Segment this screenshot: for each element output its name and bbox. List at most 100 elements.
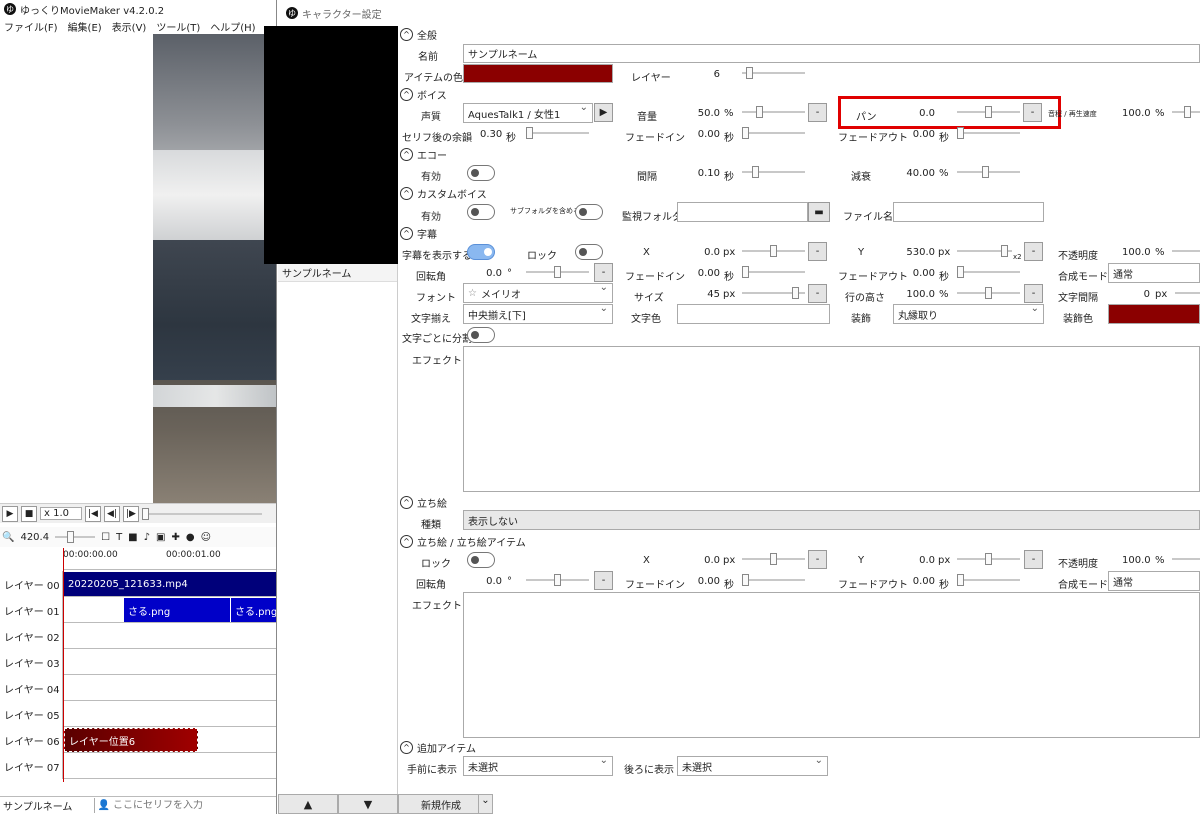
character-icon[interactable]: 👤 — [95, 800, 113, 811]
subtitle-x-reset-button[interactable]: - — [808, 242, 827, 261]
chevron-down-icon[interactable]: ⌄ — [478, 795, 492, 813]
section-tachie-item[interactable]: ^ 立ち絵 / 立ち絵アイテム — [400, 533, 526, 549]
prev-frame-button[interactable]: ◀| — [104, 505, 120, 522]
character-select[interactable]: サンプルネーム — [0, 798, 95, 813]
volume-reset-button[interactable]: - — [808, 103, 827, 122]
item-color-swatch[interactable] — [463, 64, 613, 83]
character-list-item[interactable]: サンプルネーム — [278, 264, 397, 282]
tachie-blend-select[interactable]: 通常 — [1108, 571, 1200, 591]
subtitle-lock-toggle[interactable] — [575, 244, 603, 260]
show-subtitle-toggle[interactable] — [467, 244, 495, 260]
move-down-button[interactable]: ▼ — [338, 794, 398, 814]
subtitle-rotate-slider[interactable] — [526, 266, 589, 278]
voice-play-button[interactable]: ▶ — [594, 103, 613, 122]
section-voice[interactable]: ^ ボイス — [400, 86, 447, 102]
move-up-button[interactable]: ▲ — [278, 794, 338, 814]
tachie-fadeout-slider[interactable] — [957, 574, 1020, 586]
subfolder-toggle[interactable] — [575, 204, 603, 220]
echo-interval-slider[interactable] — [742, 166, 805, 178]
image-clip[interactable]: さる.png — [230, 598, 278, 622]
echo-decay-slider[interactable] — [957, 166, 1020, 178]
section-general[interactable]: ^ 全般 — [400, 26, 437, 42]
tachie-y-slider[interactable] — [957, 553, 1020, 565]
layer-slider[interactable] — [742, 67, 805, 79]
speed-slider[interactable] — [1172, 106, 1200, 118]
layer-label[interactable]: レイヤー 00 — [0, 571, 63, 597]
folder-icon[interactable]: ▬ — [808, 202, 830, 222]
tachie-lock-toggle[interactable] — [467, 552, 495, 568]
size-slider[interactable] — [742, 287, 805, 299]
tachie-effect-area[interactable] — [463, 592, 1200, 738]
new-character-button[interactable]: 新規作成 ⌄ — [398, 794, 493, 814]
next-frame-button[interactable]: |▶ — [123, 505, 139, 522]
voice-fadeout-slider[interactable] — [957, 127, 1020, 139]
subtitle-opacity-slider[interactable] — [1172, 245, 1200, 257]
align-select[interactable]: 中央揃え[下] — [463, 304, 613, 324]
margin-slider[interactable] — [526, 127, 589, 139]
letter-spacing-slider[interactable] — [1175, 287, 1200, 299]
stop-button[interactable]: ■ — [21, 505, 37, 522]
layer-label[interactable]: レイヤー 01 — [0, 597, 63, 623]
subtitle-y-slider[interactable] — [957, 245, 1012, 257]
zoom-slider[interactable] — [55, 531, 96, 543]
custom-enabled-toggle[interactable] — [467, 204, 495, 220]
layer-label[interactable]: レイヤー 06 — [0, 727, 63, 753]
tachie-rotate-reset-button[interactable]: - — [594, 571, 613, 590]
tachie-rotate-slider[interactable] — [526, 574, 589, 586]
section-additional[interactable]: ^ 追加アイテム — [400, 739, 476, 755]
music-tool-icon[interactable]: ♪ — [144, 532, 150, 543]
decoration-color-swatch[interactable] — [1108, 304, 1200, 324]
layer-label[interactable]: レイヤー 03 — [0, 649, 63, 675]
section-tachie[interactable]: ^ 立ち絵 — [400, 494, 447, 510]
shape-tool-icon[interactable]: ✚ — [171, 532, 179, 543]
timeline-ruler[interactable]: 00:00:00.00 00:00:01.00 — [63, 548, 278, 570]
back-select[interactable]: 未選択 — [677, 756, 828, 776]
layer-label[interactable]: レイヤー 07 — [0, 753, 63, 779]
seek-slider[interactable] — [142, 507, 262, 520]
subtitle-effect-area[interactable] — [463, 346, 1200, 492]
layer-label[interactable]: レイヤー 05 — [0, 701, 63, 727]
video-tool-icon[interactable]: ■ — [128, 532, 137, 543]
font-select[interactable]: ☆ メイリオ — [463, 283, 613, 303]
echo-enabled-toggle[interactable] — [467, 165, 495, 181]
subtitle-x-slider[interactable] — [742, 245, 805, 257]
tachie-y-reset-button[interactable]: - — [1024, 550, 1043, 569]
menu-edit[interactable]: 編集(E) — [68, 19, 102, 34]
image-tool-icon[interactable]: ▣ — [156, 532, 165, 543]
size-reset-button[interactable]: - — [808, 284, 827, 303]
playhead[interactable] — [63, 548, 64, 782]
subtitle-fadein-slider[interactable] — [742, 266, 805, 278]
name-input[interactable]: サンプルネーム — [463, 44, 1200, 63]
dialogue-input[interactable] — [113, 800, 273, 811]
watch-folder-input[interactable] — [677, 202, 808, 222]
tachie-opacity-slider[interactable] — [1172, 553, 1200, 565]
face-tool-icon[interactable]: ☺ — [201, 532, 211, 543]
subtitle-tool-icon[interactable]: ☐ — [101, 532, 110, 543]
section-echo[interactable]: ^ エコー — [400, 146, 447, 162]
speed-select[interactable]: x 1.0 — [40, 507, 82, 520]
subtitle-y-reset-button[interactable]: - — [1024, 242, 1043, 261]
skip-start-button[interactable]: |◀ — [85, 505, 101, 522]
line-height-slider[interactable] — [957, 287, 1020, 299]
section-custom-voice[interactable]: ^ カスタムボイス — [400, 185, 487, 201]
menu-file[interactable]: ファイル(F) — [4, 19, 58, 34]
line-height-reset-button[interactable]: - — [1024, 284, 1043, 303]
subtitle-rotate-reset-button[interactable]: - — [594, 263, 613, 282]
layer-label[interactable]: レイヤー 02 — [0, 623, 63, 649]
text-tool-icon[interactable]: T — [116, 532, 122, 543]
split-toggle[interactable] — [467, 327, 495, 343]
layer-label[interactable]: レイヤー 04 — [0, 675, 63, 701]
section-subtitle[interactable]: ^ 字幕 — [400, 225, 437, 241]
menu-view[interactable]: 表示(V) — [112, 19, 147, 34]
volume-slider[interactable] — [742, 106, 805, 118]
front-select[interactable]: 未選択 — [463, 756, 613, 776]
subtitle-blend-select[interactable]: 通常 — [1108, 263, 1200, 283]
person-tool-icon[interactable]: ● — [186, 532, 195, 543]
tachie-x-reset-button[interactable]: - — [808, 550, 827, 569]
layer-clip[interactable]: レイヤー位置6 — [64, 728, 198, 752]
image-clip[interactable]: さる.png — [124, 598, 230, 622]
filename-input[interactable] — [893, 202, 1044, 222]
voice-select[interactable]: AquesTalk1 / 女性1 — [463, 103, 593, 123]
menu-help[interactable]: ヘルプ(H) — [210, 19, 255, 34]
subtitle-fadeout-slider[interactable] — [957, 266, 1020, 278]
